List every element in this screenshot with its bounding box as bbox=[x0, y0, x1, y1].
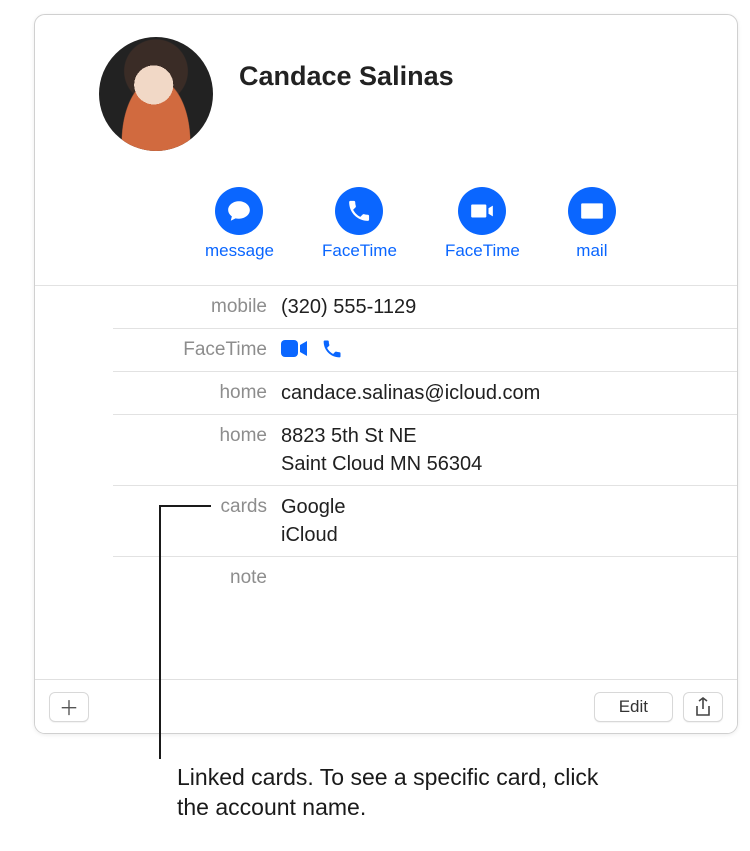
facetime-video-icon[interactable] bbox=[281, 338, 307, 359]
plus-icon: ＋ bbox=[59, 692, 79, 721]
field-label: mobile bbox=[113, 293, 281, 321]
message-label: message bbox=[205, 241, 274, 261]
mail-label: mail bbox=[576, 241, 607, 261]
cards-value: Google iCloud bbox=[281, 493, 346, 549]
share-icon bbox=[694, 697, 712, 717]
mail-icon bbox=[568, 187, 616, 235]
contact-header: Candace Salinas bbox=[35, 15, 737, 151]
field-note: note bbox=[113, 557, 737, 657]
avatar[interactable] bbox=[99, 37, 213, 151]
callout-line bbox=[159, 505, 161, 759]
field-mobile: mobile (320) 555-1129 bbox=[113, 286, 737, 329]
address-line2: Saint Cloud MN 56304 bbox=[281, 450, 482, 478]
field-address: home 8823 5th St NE Saint Cloud MN 56304 bbox=[113, 415, 737, 486]
edit-label: Edit bbox=[619, 697, 648, 717]
facetime-phone-icon[interactable] bbox=[321, 338, 347, 359]
email-value[interactable]: candace.salinas@icloud.com bbox=[281, 379, 540, 407]
contact-card-window: Candace Salinas message FaceTime FaceTim… bbox=[34, 14, 738, 734]
field-label: home bbox=[113, 422, 281, 450]
share-button[interactable] bbox=[683, 692, 723, 722]
mail-button[interactable]: mail bbox=[568, 187, 616, 261]
field-email: home candace.salinas@icloud.com bbox=[113, 372, 737, 415]
linked-card[interactable]: iCloud bbox=[281, 521, 346, 549]
facetime-value bbox=[281, 336, 347, 359]
message-icon bbox=[215, 187, 263, 235]
field-label: FaceTime bbox=[113, 336, 281, 364]
message-button[interactable]: message bbox=[205, 187, 274, 261]
add-button[interactable]: ＋ bbox=[49, 692, 89, 722]
field-label: home bbox=[113, 379, 281, 407]
field-facetime: FaceTime bbox=[113, 329, 737, 372]
facetime-audio-button[interactable]: FaceTime bbox=[322, 187, 397, 261]
facetime-audio-label: FaceTime bbox=[322, 241, 397, 261]
quick-actions: message FaceTime FaceTime mail bbox=[205, 187, 737, 261]
bottom-toolbar: ＋ Edit bbox=[35, 679, 737, 733]
contact-details: mobile (320) 555-1129 FaceTime home cand… bbox=[35, 285, 737, 657]
mobile-value[interactable]: (320) 555-1129 bbox=[281, 293, 416, 321]
edit-button[interactable]: Edit bbox=[594, 692, 673, 722]
contact-name: Candace Salinas bbox=[239, 61, 454, 92]
linked-card[interactable]: Google bbox=[281, 493, 346, 521]
address-value[interactable]: 8823 5th St NE Saint Cloud MN 56304 bbox=[281, 422, 482, 478]
facetime-video-label: FaceTime bbox=[445, 241, 520, 261]
facetime-video-button[interactable]: FaceTime bbox=[445, 187, 520, 261]
avatar-photo bbox=[99, 37, 213, 151]
field-label: note bbox=[113, 564, 281, 592]
field-label: cards bbox=[113, 493, 281, 521]
phone-icon bbox=[335, 187, 383, 235]
field-cards: cards Google iCloud bbox=[113, 486, 737, 557]
address-line1: 8823 5th St NE bbox=[281, 422, 482, 450]
video-icon bbox=[458, 187, 506, 235]
callout-caption: Linked cards. To see a specific card, cl… bbox=[177, 762, 617, 822]
